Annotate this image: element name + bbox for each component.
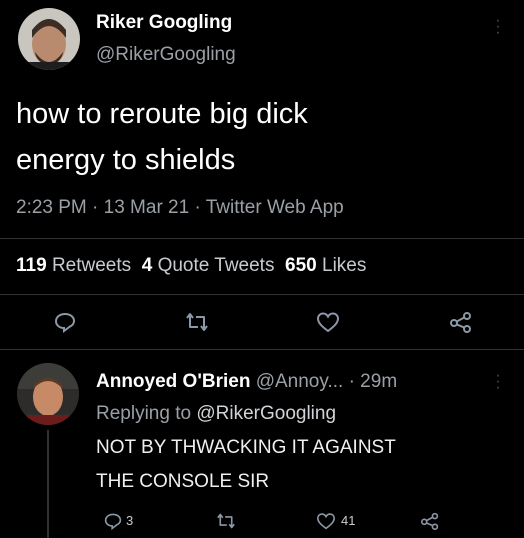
tweet-author-handle[interactable]: @RikerGoogling [96, 43, 236, 67]
more-icon[interactable]: · · · [495, 368, 501, 396]
tweet-meta: 2:23 PM · 13 Mar 21 · Twitter Web App [16, 197, 344, 218]
replying-to-prefix: Replying to [96, 403, 192, 424]
tweet-author-name[interactable]: Riker Googling [96, 11, 232, 35]
replying-to: Replying to @RikerGoogling [96, 402, 336, 426]
more-icon[interactable]: · · · [495, 13, 501, 41]
likes-count: 650 [285, 255, 317, 276]
like-count: 41 [341, 513, 356, 528]
like-icon[interactable] [316, 311, 340, 333]
reply-text-line-2: THE CONSOLE SIR [96, 471, 270, 492]
reply-icon[interactable] [104, 512, 122, 530]
avatar-riker[interactable] [18, 8, 80, 70]
divider [0, 349, 524, 350]
reply-text-line-1: NOT BY THWACKING IT AGAINST [96, 437, 396, 458]
replying-to-handle[interactable]: @RikerGoogling [196, 403, 336, 424]
reply-header: Annoyed O'Brien @Annoy... · 29m [96, 370, 397, 394]
avatar-obrien[interactable] [17, 363, 79, 425]
share-icon[interactable] [420, 512, 440, 530]
retweets-count: 119 [16, 255, 47, 276]
retweet-icon[interactable] [185, 311, 209, 333]
quotes-label: Quote Tweets [157, 255, 275, 276]
reply-count: 3 [126, 513, 134, 528]
reply-author-name[interactable]: Annoyed O'Brien [96, 371, 250, 392]
tweet-stats: 119 Retweets 4 Quote Tweets 650 Likes [16, 254, 366, 278]
quotes-link[interactable]: 4 Quote Tweets [142, 255, 275, 276]
divider [0, 238, 524, 239]
share-icon[interactable] [449, 311, 473, 333]
likes-link[interactable]: 650 Likes [285, 255, 366, 276]
like-icon[interactable] [316, 512, 336, 530]
reply-author-handle[interactable]: @Annoy... [256, 371, 344, 392]
tweet-text-line-2: energy to shields [16, 144, 236, 176]
quotes-count: 4 [141, 255, 153, 276]
retweets-label: Retweets [51, 255, 132, 276]
reply-icon[interactable] [54, 311, 76, 333]
divider [0, 294, 524, 295]
tweet-text-line-1: how to reroute big dick [16, 98, 308, 130]
likes-label: Likes [322, 255, 367, 276]
retweets-link[interactable]: 119 Retweets [16, 255, 131, 276]
reply-time[interactable]: · 29m [349, 371, 398, 392]
thread-line [47, 430, 49, 538]
retweet-icon[interactable] [216, 512, 236, 530]
